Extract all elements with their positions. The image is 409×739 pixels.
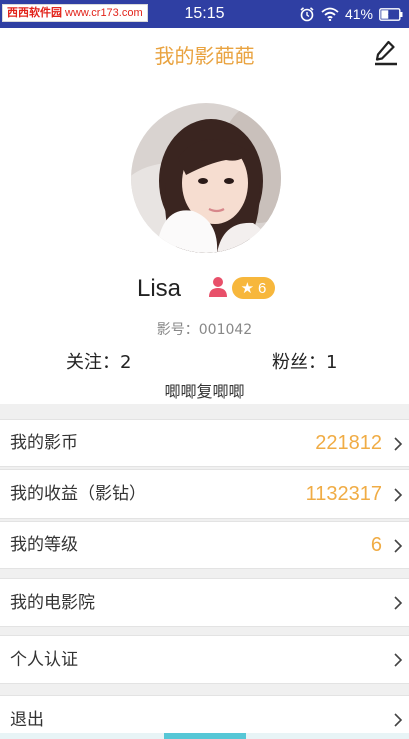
menu-item-value: 1132317 — [305, 483, 382, 505]
edit-icon — [372, 39, 400, 71]
bottom-tab-strip — [0, 733, 409, 739]
header: 我的影葩葩 — [0, 28, 409, 86]
menu-item-label: 个人认证 — [10, 650, 78, 670]
battery-percent: 41% — [344, 6, 373, 22]
chevron-right-icon — [394, 539, 403, 553]
star-icon: ★ — [240, 279, 255, 297]
menu-list: 我的影币 221812 我的收益（影钻） 1132317 我的等级 6 我的电影… — [0, 404, 409, 739]
followers-count[interactable]: 粉丝：1 — [272, 352, 337, 374]
menu-item-coins[interactable]: 我的影币 221812 — [0, 419, 409, 467]
menu-item-label: 我的影币 — [10, 433, 78, 453]
menu-item-label: 我的收益（影钻） — [10, 484, 146, 504]
user-id: 影号：001042 — [156, 322, 253, 338]
chevron-right-icon — [394, 437, 403, 451]
level-value: 6 — [258, 279, 267, 297]
page-title: 我的影葩葩 — [154, 44, 255, 68]
menu-item-cinema[interactable]: 我的电影院 — [0, 578, 409, 627]
menu-item-level[interactable]: 我的等级 6 — [0, 521, 409, 569]
active-tab-indicator — [164, 733, 246, 739]
alarm-icon — [299, 6, 315, 22]
menu-item-verification[interactable]: 个人认证 — [0, 635, 409, 684]
user-name: Lisa — [137, 275, 182, 302]
chevron-right-icon — [394, 596, 403, 610]
user-bio: 唧唧复唧唧 — [164, 382, 245, 401]
menu-item-value: 221812 — [315, 432, 382, 454]
edit-button[interactable] — [369, 38, 403, 72]
following-count[interactable]: 关注：2 — [66, 352, 131, 374]
status-bar: 西西软件园 www.cr173.com 15:15 41% — [0, 0, 409, 28]
menu-item-label: 我的等级 — [10, 535, 78, 555]
menu-item-label: 我的电影院 — [10, 593, 95, 613]
battery-icon — [379, 7, 403, 21]
menu-item-earnings[interactable]: 我的收益（影钻） 1132317 — [0, 469, 409, 519]
wifi-icon — [321, 7, 339, 21]
avatar[interactable] — [131, 103, 281, 253]
chevron-right-icon — [394, 713, 403, 727]
status-icons: 41% — [299, 4, 403, 24]
chevron-right-icon — [394, 488, 403, 502]
chevron-right-icon — [394, 653, 403, 667]
female-user-icon — [208, 276, 228, 298]
menu-item-value: 6 — [370, 534, 382, 556]
level-badge: ★ 6 — [232, 277, 275, 299]
menu-item-label: 退出 — [10, 710, 44, 730]
